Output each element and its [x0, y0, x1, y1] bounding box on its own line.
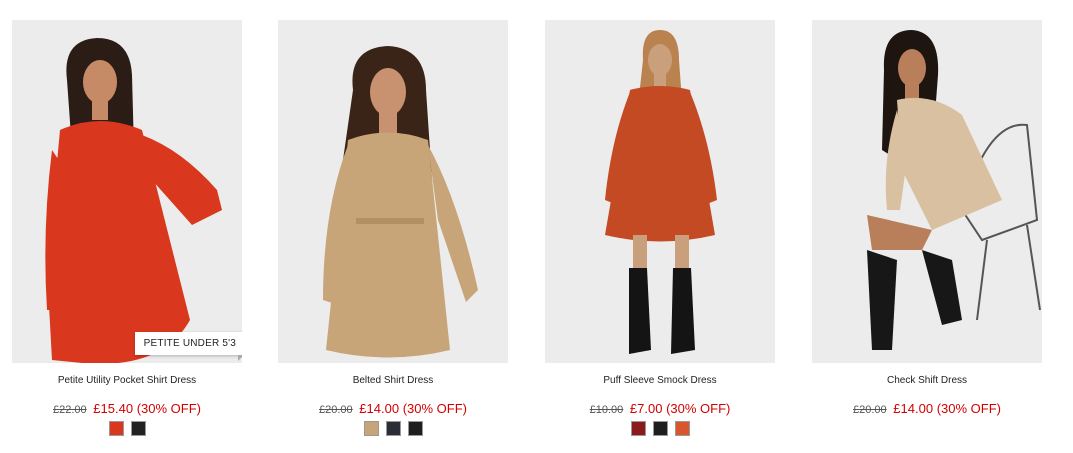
color-swatch[interactable]: [108, 421, 124, 436]
product-image[interactable]: [812, 20, 1042, 363]
product-grid: PETITE UNDER 5'3 Petite Utility Pocket S…: [0, 0, 1073, 453]
product-image[interactable]: [545, 20, 775, 363]
price: £20.00 £14.00 (30% OFF): [278, 401, 508, 419]
was-price: £20.00: [853, 404, 887, 416]
product-name[interactable]: Petite Utility Pocket Shirt Dress: [12, 375, 242, 389]
product-card[interactable]: Belted Shirt Dress £20.00 £14.00 (30% OF…: [278, 20, 508, 436]
model-photo: [12, 20, 242, 363]
was-price: £22.00: [53, 404, 87, 416]
model-photo: [812, 20, 1042, 363]
price: £10.00 £7.00 (30% OFF): [545, 401, 775, 419]
was-price: £20.00: [319, 404, 353, 416]
color-swatches: [545, 421, 775, 436]
discount-label: (30% OFF): [666, 401, 731, 416]
model-photo: [278, 20, 508, 363]
color-swatches: [12, 421, 242, 436]
product-image[interactable]: PETITE UNDER 5'3: [12, 20, 242, 363]
color-swatch[interactable]: [385, 421, 401, 436]
was-price: £10.00: [589, 404, 624, 416]
product-image[interactable]: [278, 20, 508, 363]
color-swatch[interactable]: [652, 421, 668, 436]
now-price: £15.40: [93, 401, 134, 416]
color-swatch[interactable]: [674, 421, 690, 436]
color-swatch[interactable]: [630, 421, 646, 436]
model-photo: [545, 20, 775, 363]
product-name[interactable]: Check Shift Dress: [812, 375, 1042, 389]
product-card[interactable]: PETITE UNDER 5'3 Petite Utility Pocket S…: [12, 20, 242, 436]
discount-label: (30% OFF): [136, 401, 201, 416]
color-swatch[interactable]: [130, 421, 146, 436]
discount-label: (30% OFF): [402, 401, 467, 416]
product-name[interactable]: Puff Sleeve Smock Dress: [545, 375, 775, 389]
price: £22.00 £15.40 (30% OFF): [12, 401, 242, 419]
product-card[interactable]: Puff Sleeve Smock Dress £10.00 £7.00 (30…: [545, 20, 775, 436]
color-swatch[interactable]: [407, 421, 423, 436]
product-card[interactable]: Check Shift Dress £20.00 £14.00 (30% OFF…: [812, 20, 1042, 421]
petite-badge: PETITE UNDER 5'3: [134, 332, 242, 361]
price: £20.00 £14.00 (30% OFF): [812, 401, 1042, 419]
now-price: £14.00: [893, 401, 934, 416]
color-swatches: [278, 421, 508, 436]
product-name[interactable]: Belted Shirt Dress: [278, 375, 508, 389]
now-price: £14.00: [359, 401, 400, 416]
now-price: £7.00: [629, 401, 663, 416]
discount-label: (30% OFF): [936, 401, 1001, 416]
color-swatch[interactable]: [363, 421, 379, 436]
